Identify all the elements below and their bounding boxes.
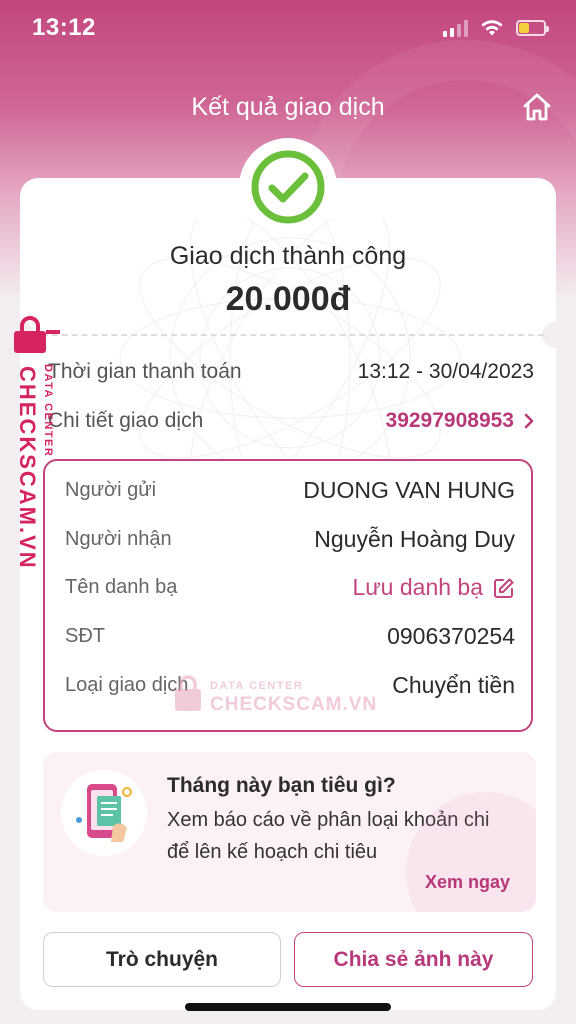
wifi-icon (481, 20, 503, 36)
chevron-right-icon (524, 413, 534, 429)
watermark-sub: DATA CENTER (42, 364, 54, 458)
success-badge (239, 138, 337, 236)
home-indicator[interactable] (185, 1003, 391, 1011)
phone-value: 0906370254 (387, 623, 515, 649)
payment-time-value: 13:12 - 30/04/2023 (357, 360, 534, 383)
receiver-row: Người nhận Nguyễn Hoàng Duy (65, 526, 515, 553)
lock-watermark-icon (175, 675, 201, 711)
sender-label: Người gửi (65, 479, 157, 501)
payment-time-label: Thời gian thanh toán (48, 360, 242, 383)
payment-time-row: Thời gian thanh toán 13:12 - 30/04/2023 (48, 360, 534, 384)
transaction-id: 39297908953 (385, 409, 514, 432)
transaction-detail-row[interactable]: Chi tiết giao dịch 39297908953 (48, 409, 534, 433)
transaction-amount: 20.000đ (225, 280, 351, 318)
home-icon[interactable] (520, 90, 554, 124)
app-header: Kết quả giao dịch (0, 80, 576, 134)
save-contact-button[interactable]: Lưu danh bạ (352, 574, 515, 601)
battery-icon (516, 20, 549, 36)
spending-report-promo[interactable]: Tháng này bạn tiêu gì? Xem báo cáo về ph… (43, 752, 536, 912)
transaction-type-value: Chuyển tiền (392, 672, 515, 698)
cellular-signal-icon (443, 19, 468, 37)
status-bar: 13:12 (0, 0, 576, 56)
center-watermark: DATA CENTER CHECKSCAM.VN (172, 672, 376, 718)
transaction-detail-label: Chi tiết giao dịch (48, 409, 204, 432)
status-time: 13:12 (32, 14, 96, 41)
transaction-status: Giao dịch thành công (169, 242, 407, 270)
contact-row: Tên danh bạ Lưu danh bạ (65, 574, 515, 601)
view-now-link[interactable]: Xem ngay (425, 872, 510, 893)
page-title: Kết quả giao dịch (191, 92, 385, 121)
check-circle-icon (251, 150, 325, 224)
share-image-button[interactable]: Chia sẻ ảnh này (294, 932, 533, 987)
chat-button[interactable]: Trò chuyện (43, 932, 281, 987)
edit-icon (494, 578, 514, 598)
transaction-type-label: Loại giao dịch (65, 674, 189, 696)
phone-row: SĐT 0906370254 (65, 623, 515, 650)
phone-label: SĐT (65, 625, 105, 647)
dashed-divider (32, 334, 544, 336)
watermark-brand: CHECKSCAM.VN (210, 694, 378, 715)
contact-label: Tên danh bạ (65, 576, 178, 598)
promo-title: Tháng này bạn tiêu gì? (167, 774, 396, 797)
lock-watermark-icon (14, 316, 60, 353)
ticket-notch (542, 322, 568, 348)
sender-row: Người gửi DUONG VAN HUNG (65, 477, 515, 504)
side-watermark: CHECKSCAM.VN DATA CENTER (6, 316, 60, 576)
promo-description: Xem báo cáo về phân loại khoản chi để lê… (167, 809, 490, 863)
receiver-value: Nguyễn Hoàng Duy (314, 526, 515, 552)
watermark-brand: CHECKSCAM.VN (15, 366, 40, 570)
sender-value: DUONG VAN HUNG (303, 477, 515, 503)
status-icons (443, 19, 549, 37)
watermark-sub: DATA CENTER (210, 680, 304, 692)
receiver-label: Người nhận (65, 528, 172, 550)
transaction-id-link[interactable]: 39297908953 (386, 409, 534, 433)
save-contact-label: Lưu danh bạ (352, 574, 483, 600)
report-illustration-icon (61, 770, 147, 856)
